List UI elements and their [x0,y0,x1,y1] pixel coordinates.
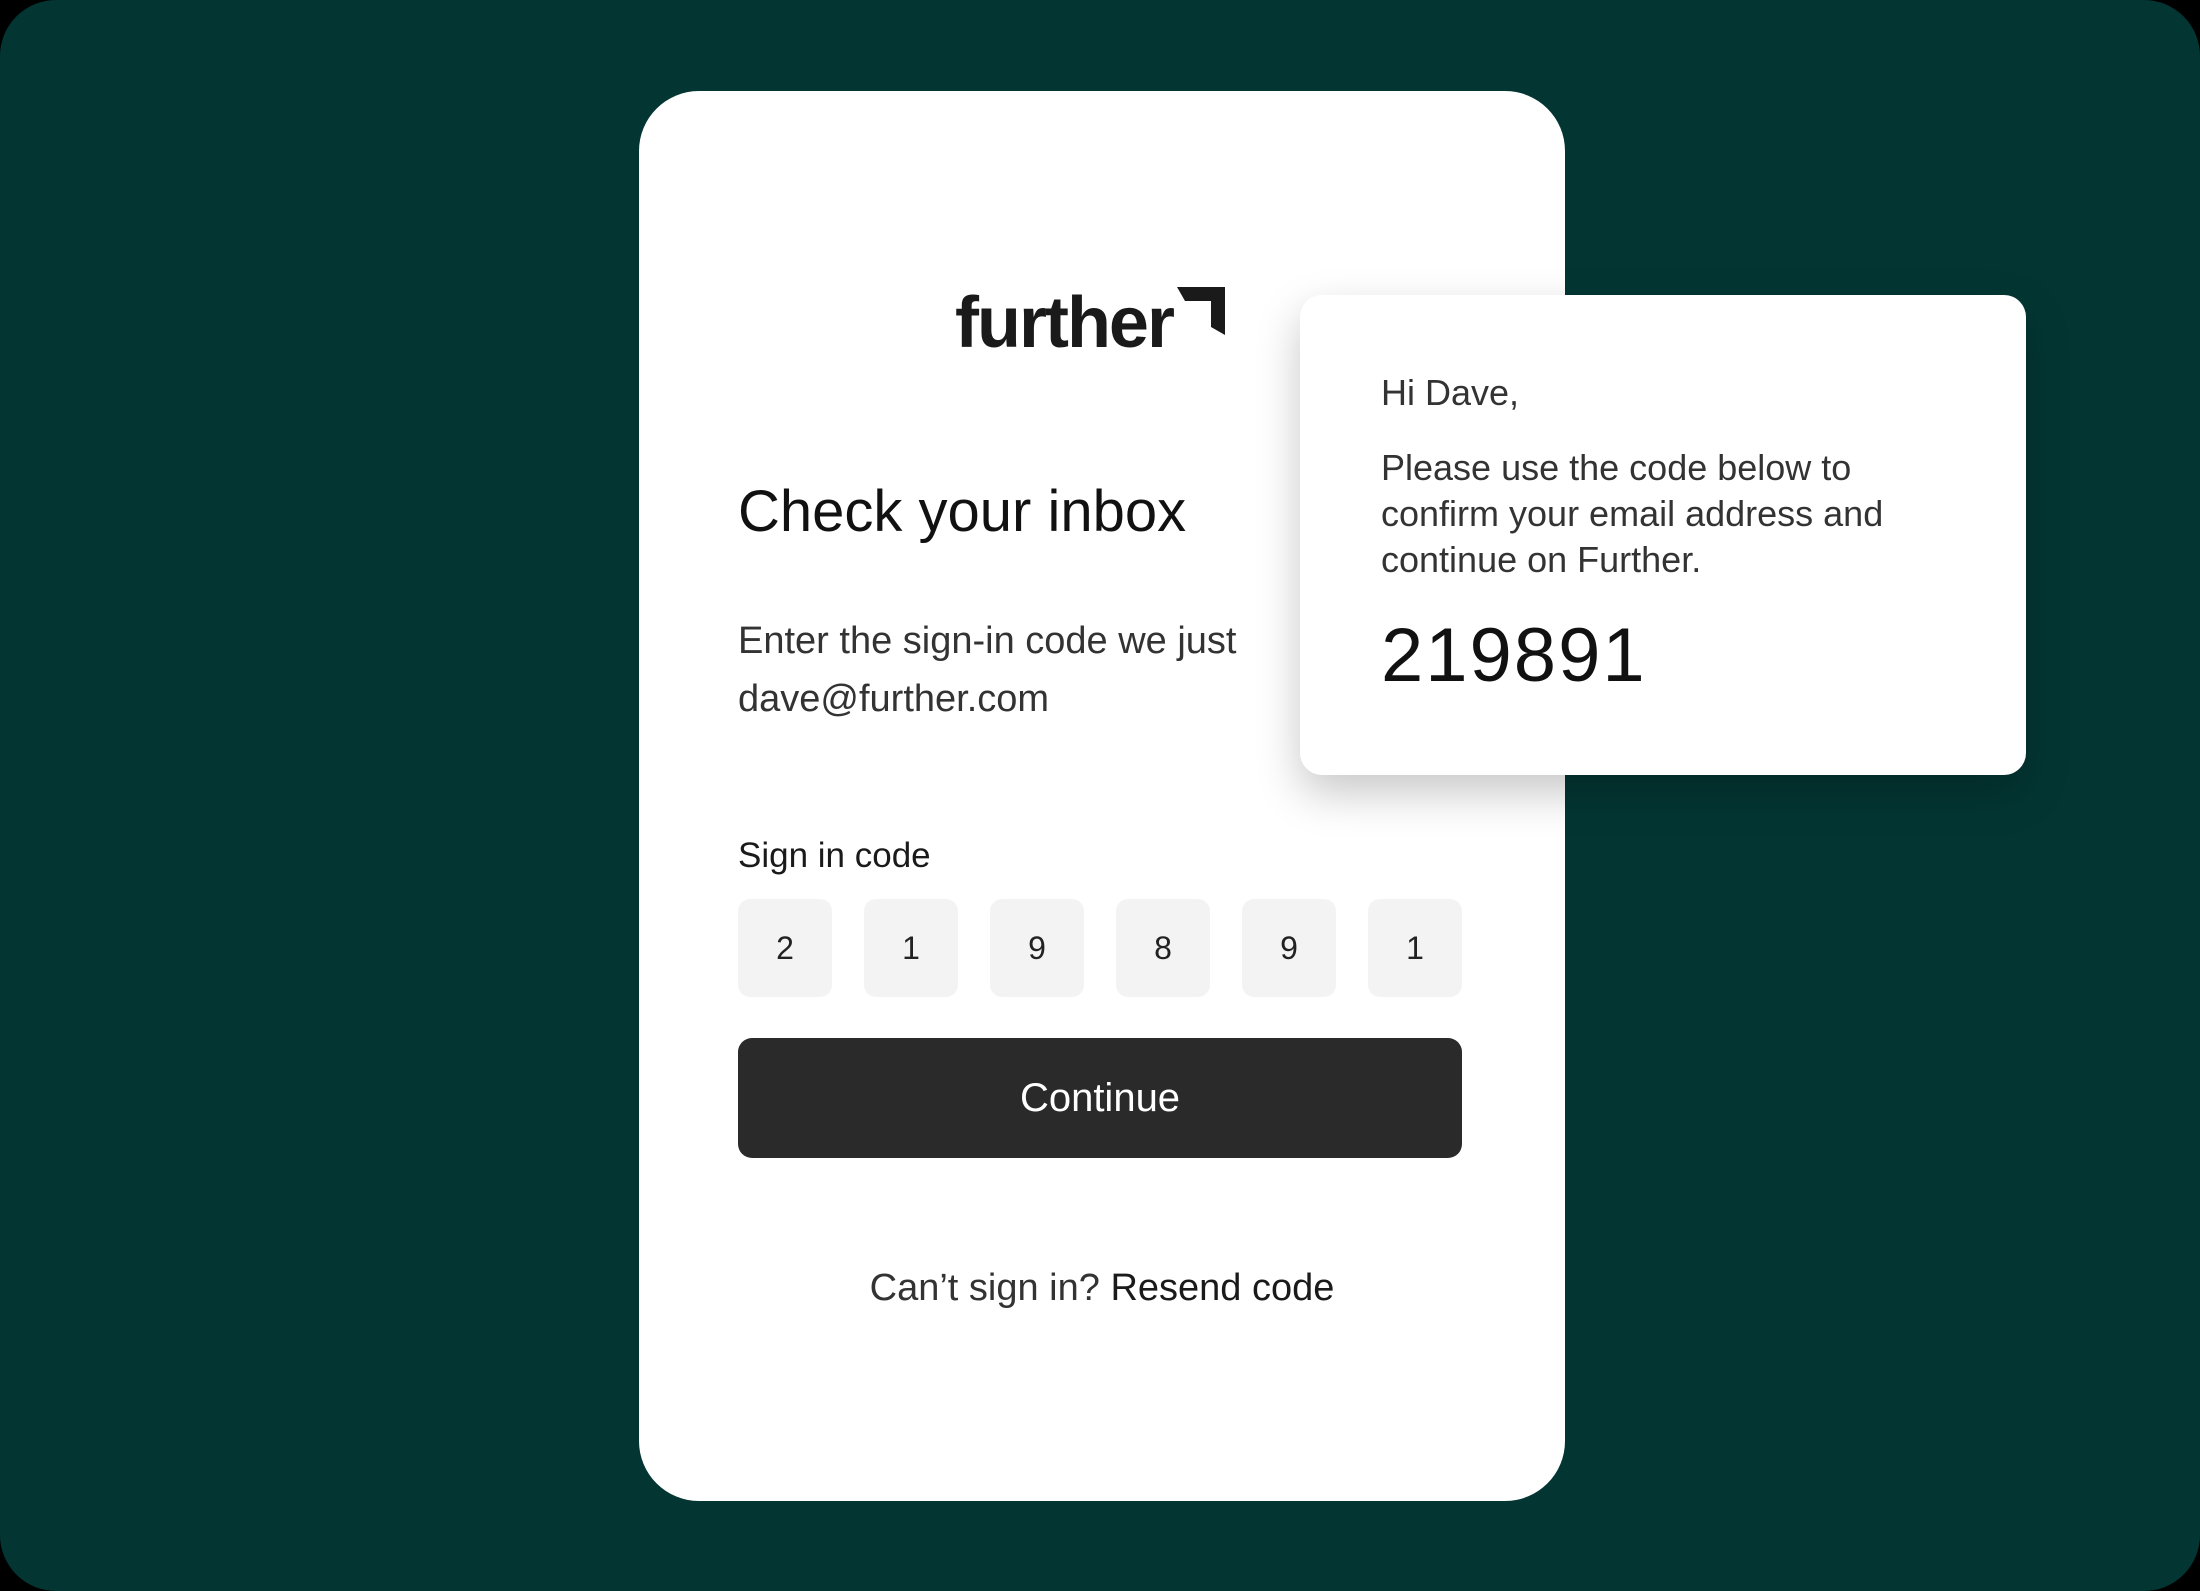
email-greeting: Hi Dave, [1381,372,1520,413]
email-body-line: continue on Further. [1381,539,1702,580]
email-body-line: Please use the code below to [1381,447,1852,488]
email-preview-card: Hi Dave, Please use the code below to co… [1300,295,2026,775]
code-digit-input-4[interactable]: 8 [1116,899,1210,997]
code-digit-input-2[interactable]: 1 [864,899,958,997]
arrow-up-right-icon [1177,287,1225,335]
email-body: Please use the code below to confirm you… [1381,445,1883,583]
code-digit-input-6[interactable]: 1 [1368,899,1462,997]
further-logo: further [955,283,1225,363]
continue-button[interactable]: Continue [738,1038,1462,1158]
email-body-line: confirm your email address and [1381,493,1884,534]
resend-row: Can’t sign in? Resend code [639,1262,1565,1314]
code-digit-input-3[interactable]: 9 [990,899,1084,997]
resend-code-link[interactable]: Resend code [1110,1267,1334,1309]
logo-wordmark: further [955,283,1175,363]
background: further Check your inbox Enter the sign-… [0,0,2200,1591]
code-digit-input-1[interactable]: 2 [738,899,832,997]
code-label: Sign in code [738,836,931,875]
page-title: Check your inbox [738,479,1187,544]
code-digit-input-5[interactable]: 9 [1242,899,1336,997]
email-code: 219891 [1381,613,1647,698]
cant-sign-in-text: Can’t sign in? [869,1267,1100,1309]
